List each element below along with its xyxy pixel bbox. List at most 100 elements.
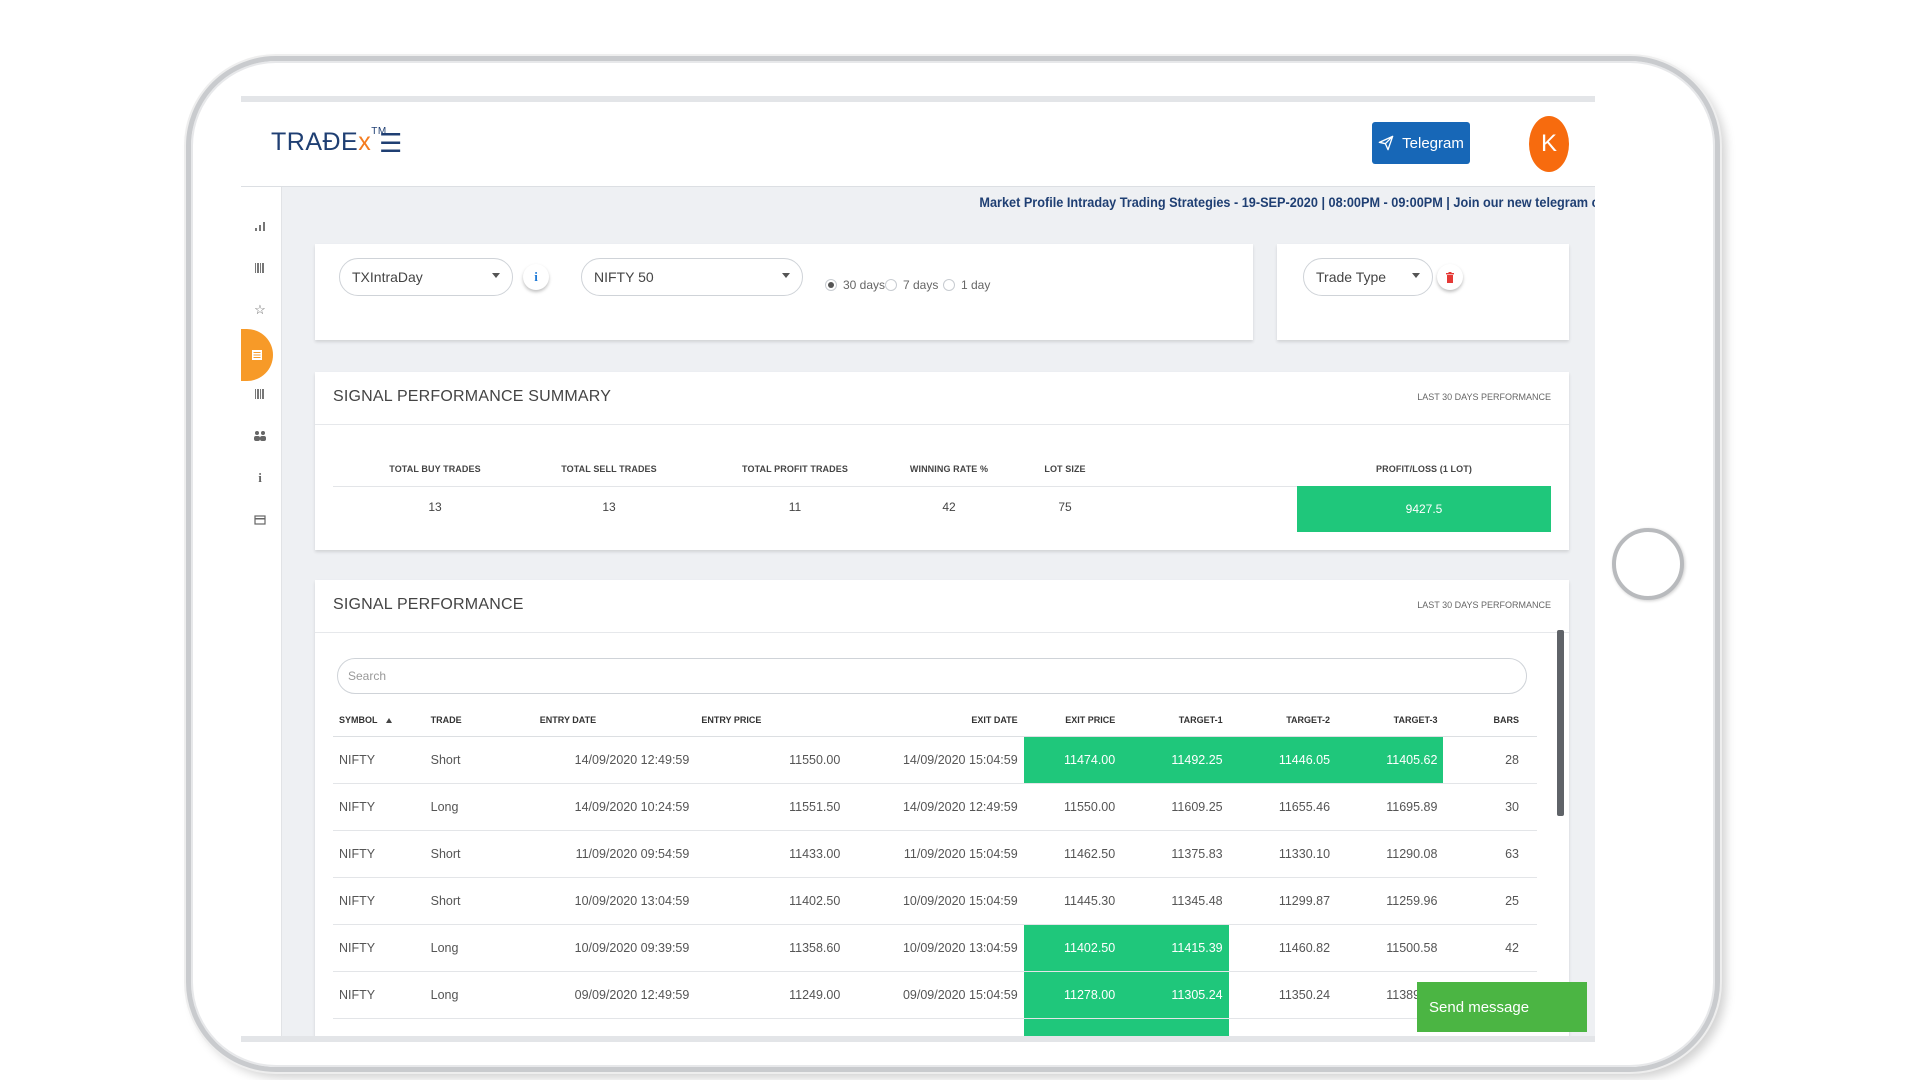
table-cell-symbol: NIFTY: [333, 830, 425, 878]
table-cell-entry-price: 11402.50: [695, 877, 847, 925]
trash-icon[interactable]: [1437, 264, 1463, 290]
summary-header: TOTAL PROFIT TRADES: [742, 464, 848, 474]
table-cell-entry-date: 09/09/2020 12:49:59: [533, 971, 696, 1019]
summary-subtitle: LAST 30 DAYS PERFORMANCE: [1417, 392, 1551, 402]
table-row[interactable]: NIFTY Long 10/09/2020 09:39:59 11358.60 10/0…: [333, 924, 1537, 972]
summary-header: LOT SIZE: [1044, 464, 1086, 474]
column-header-exit-price[interactable]: EXIT PRICE: [1023, 704, 1122, 737]
table-row[interactable]: NIFTY Short 14/09/2020 12:49:59 11550.00 14/…: [333, 736, 1537, 784]
table-cell-exit-price: 11402.50: [1023, 924, 1122, 972]
table-cell-exit-date: 14/09/2020 15:04:59: [846, 736, 1024, 784]
column-header-target-1[interactable]: TARGET-1: [1121, 704, 1229, 737]
table-cell-entry-date: 14/09/2020 10:24:59: [533, 783, 696, 831]
signal-performance-card: SIGNAL PERFORMANCE LAST 30 DAYS PERFORMA…: [315, 580, 1569, 1042]
star-icon[interactable]: ☆: [245, 295, 275, 325]
table-row[interactable]: NIFTY Long 14/09/2020 10:24:59 11551.50 14/0…: [333, 783, 1537, 831]
user-avatar[interactable]: K: [1529, 116, 1569, 172]
table-cell-entry-price: 11249.00: [695, 971, 847, 1019]
summary-header: PROFIT/LOSS (1 LOT): [1376, 464, 1472, 474]
table-cell-bars: 25: [1443, 877, 1537, 925]
table-cell-exit-date: 09/09/2020 15:04:59: [846, 971, 1024, 1019]
table-cell-trade: Long: [424, 971, 534, 1019]
table-cell-symbol: NIFTY: [333, 783, 425, 831]
period-label: 7 days: [903, 278, 939, 292]
table-cell-t3: 11405.62: [1336, 736, 1444, 784]
column-header-target-3[interactable]: TARGET-3: [1336, 704, 1444, 737]
table-cell-exit-date: 10/09/2020 15:04:59: [846, 877, 1024, 925]
column-header-entry-price[interactable]: ENTRY PRICE: [695, 704, 847, 737]
column-header-bars[interactable]: BARS: [1443, 704, 1537, 737]
symbol-select[interactable]: NIFTY 50: [581, 258, 803, 296]
tablet-home-button: [1612, 528, 1684, 600]
column-label: SYMBOL: [339, 715, 378, 725]
telegram-button[interactable]: Telegram: [1372, 122, 1470, 164]
table-row[interactable]: NIFTY Short 10/09/2020 13:04:59 11402.50 10/…: [333, 877, 1537, 925]
column-header-target-2[interactable]: TARGET-2: [1228, 704, 1337, 737]
summary-header: TOTAL BUY TRADES: [389, 464, 481, 474]
profit-loss-value: 9427.5: [1297, 486, 1551, 532]
period-label: 30 days: [843, 278, 886, 292]
performance-subtitle: LAST 30 DAYS PERFORMANCE: [1417, 600, 1551, 610]
table-cell-t3: 11259.96: [1336, 877, 1444, 925]
send-message-button[interactable]: Send message: [1417, 982, 1587, 1032]
symbol-value: NIFTY 50: [594, 269, 654, 285]
trade-type-select[interactable]: Trade Type: [1303, 258, 1433, 296]
divider: [315, 632, 1569, 633]
trade-type-card: Trade Type: [1277, 244, 1569, 340]
table-cell-t1: 11609.25: [1121, 783, 1229, 831]
table-cell-t1: 11345.48: [1121, 877, 1229, 925]
signal-bars-icon[interactable]: [245, 211, 275, 241]
column-header-symbol[interactable]: SYMBOL: [333, 704, 425, 737]
table-row[interactable]: NIFTY Long 09/09/2020 12:49:59 11249.00 09/0…: [333, 971, 1537, 1019]
period-radio-7[interactable]: 7 days: [885, 278, 938, 292]
barcode-icon[interactable]: [245, 253, 275, 283]
table-cell-t2: 11350.24: [1228, 971, 1337, 1019]
info-icon[interactable]: i: [523, 264, 549, 290]
table-cell-exit-price: 11445.30: [1023, 877, 1122, 925]
announcement-marquee[interactable]: Market Profile Intraday Trading Strategi…: [979, 195, 1595, 215]
table-cell-entry-date: 10/09/2020 13:04:59: [533, 877, 696, 925]
signal-table: SYMBOL TRADE ENTRY DATE ENTRY PRICE EXIT…: [333, 704, 1537, 1042]
table-cell-trade: Short: [424, 830, 534, 878]
app-screen: TRAĐExTM ☰ Telegram K ☆ i Market Profile: [241, 96, 1595, 1042]
table-cell-trade: Long: [424, 924, 534, 972]
radio-button[interactable]: [825, 279, 837, 291]
strategy-select[interactable]: TXIntraDay: [339, 258, 513, 296]
app-logo[interactable]: TRAĐExTM: [271, 126, 387, 157]
performance-title: SIGNAL PERFORMANCE: [333, 596, 524, 613]
total-profit-trades: 11: [788, 500, 802, 514]
top-navbar: TRAĐExTM ☰ Telegram K: [241, 102, 1595, 187]
table-cell-t2: 11299.87: [1228, 877, 1337, 925]
search-input[interactable]: [337, 658, 1527, 694]
list-icon[interactable]: [245, 379, 275, 409]
info-sidebar-icon[interactable]: i: [245, 463, 275, 493]
table-cell-t1: 11492.25: [1121, 736, 1229, 784]
table-cell-entry-date: 11/09/2020 09:54:59: [533, 830, 696, 878]
radio-button[interactable]: [885, 279, 897, 291]
users-icon[interactable]: [245, 421, 275, 451]
document-icon[interactable]: [241, 329, 273, 381]
radio-button[interactable]: [943, 279, 955, 291]
menu-toggle-icon[interactable]: ☰: [379, 128, 402, 158]
total-sell-trades: 13: [602, 500, 616, 514]
column-header-exit-date[interactable]: EXIT DATE: [846, 704, 1024, 737]
table-cell-entry-date: 10/09/2020 09:39:59: [533, 924, 696, 972]
table-cell-bars: 28: [1443, 736, 1537, 784]
column-header-entry-date[interactable]: ENTRY DATE: [533, 704, 696, 737]
column-header-trade[interactable]: TRADE: [424, 704, 534, 737]
table-cell-bars: 30: [1443, 783, 1537, 831]
table-scrollbar[interactable]: [1557, 630, 1564, 816]
filter-card: TXIntraDay i NIFTY 50 30 days 7 days 1 d…: [315, 244, 1253, 340]
summary-header: WINNING RATE %: [909, 464, 989, 474]
table-cell-symbol: NIFTY: [333, 736, 425, 784]
period-radio-1[interactable]: 1 day: [943, 278, 990, 292]
table-cell-trade: Short: [424, 877, 534, 925]
card-icon[interactable]: [245, 505, 275, 535]
trade-type-value: Trade Type: [1316, 269, 1387, 285]
table-row[interactable]: NIFTY Short 11/09/2020 09:54:59 11433.00 11/…: [333, 830, 1537, 878]
table-cell-t3: 11695.89: [1336, 783, 1444, 831]
period-radio-30[interactable]: 30 days: [825, 278, 885, 292]
total-buy-trades: 13: [428, 500, 442, 514]
table-cell-t2: 11460.82: [1228, 924, 1337, 972]
table-cell-t2: 11655.46: [1228, 783, 1337, 831]
